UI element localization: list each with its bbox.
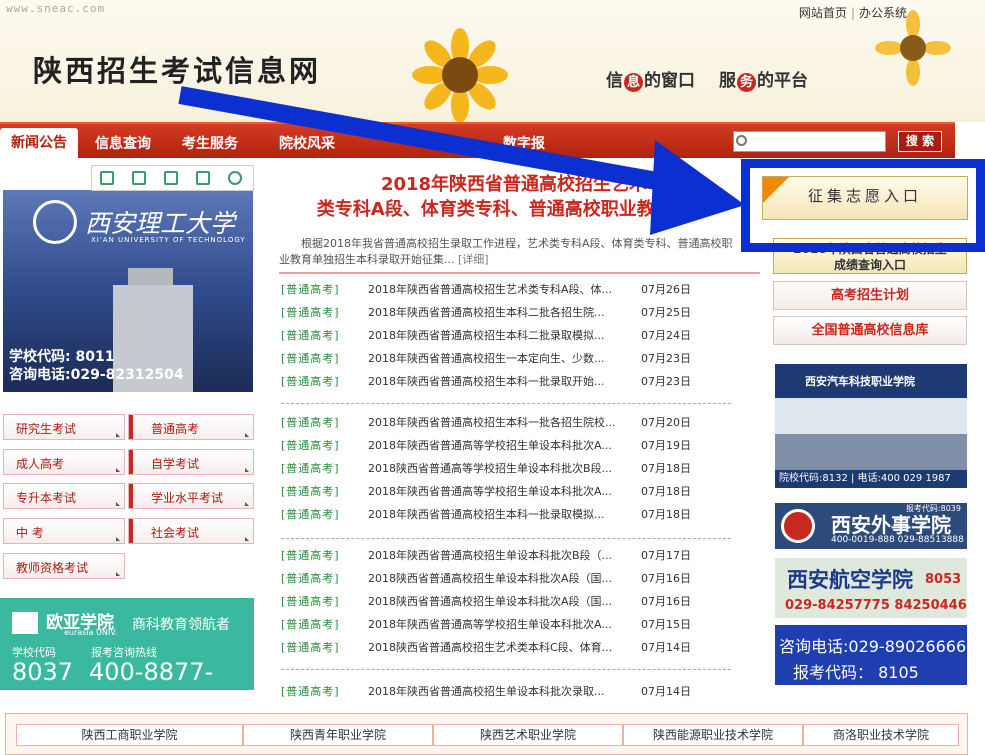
college-link[interactable]: 陕西艺术职业学院 xyxy=(433,724,623,746)
waishi-name: 西安外事学院 xyxy=(831,513,951,537)
news-item[interactable]: [普通高考] 2018年陕西省普通高校招生单设本科批次录取... 07月14日 xyxy=(281,685,701,707)
news-item[interactable]: [普通高考] 2018陕西省普通高校招生单设本科批次A段（国... 07月16日 xyxy=(281,595,701,617)
auto-college-code: 院校代码:8132 | 电话:400 029 1987 xyxy=(775,470,967,488)
settings-icon[interactable] xyxy=(228,171,242,185)
hangkong-name: 西安航空学院 xyxy=(787,568,913,592)
waishi-ad[interactable]: 报考代码:8039 西安外事学院 400-0019-888 029-885138… xyxy=(775,503,967,549)
college-link[interactable]: 陕西工商职业学院 xyxy=(16,724,243,746)
news-item[interactable]: [普通高考] 2018陕西省普通高等学校招生单设本科批次B段... 07月18日 xyxy=(281,462,701,484)
auto-college-ad[interactable]: 西安汽车科技职业学院 院校代码:8132 | 电话:400 029 1987 xyxy=(775,364,967,488)
site-header: www.sneac.com 网站首页 | 办公系统 陕西招生考试信息网 信息的窗口服… xyxy=(0,0,985,122)
eurasia-logo-icon xyxy=(12,612,38,634)
hangkong-code: 8053 xyxy=(925,572,962,587)
eurasia-tagline: 商科教育领航者 xyxy=(132,617,230,633)
slogan: 信息的窗口服务的平台 xyxy=(606,71,808,92)
nav-news[interactable]: 新闻公告 xyxy=(0,128,78,160)
university-name: 西安理工大学 xyxy=(85,209,236,238)
consult-phone: 咨询电话:029-89026666 xyxy=(779,637,967,656)
search-icon xyxy=(736,135,747,146)
news-item[interactable]: [普通高考] 2018年陕西省普通高校招生本科一批各招生院校... 07月20日 xyxy=(281,416,701,438)
news-item[interactable]: [普通高考] 2018年陕西省普通高等学校招生单设本科批次A... 07月18日 xyxy=(281,485,701,507)
highlight-box xyxy=(741,159,985,252)
news-item[interactable]: [普通高考] 2018年陕西省普通高校招生单设本科批次B段（... 07月17日 xyxy=(281,549,701,571)
site-url: www.sneac.com xyxy=(6,2,106,15)
college-link[interactable]: 商洛职业技术学院 xyxy=(803,724,959,746)
college-links-table: 陕西工商职业学院 陕西青年职业学院 陕西艺术职业学院 陕西能源职业技术学院 商洛… xyxy=(5,713,968,755)
news-separator xyxy=(281,403,731,404)
cat-proficiency[interactable]: 学业水平考试 xyxy=(128,483,254,509)
consult-code: 报考代码： 8105 xyxy=(793,663,919,682)
sunflower-decoration-right xyxy=(875,10,951,86)
cat-graduate-exam[interactable]: 研究生考试 xyxy=(3,414,125,440)
headline-title[interactable]: 2018年陕西省普通高校招生艺术 类专科A段、体育类专科、普通高校职业教育单..… xyxy=(279,172,749,222)
news-item[interactable]: [普通高考] 2018年陕西省普通高校招生本科一批录取开始... 07月23日 xyxy=(281,375,701,397)
waishi-phone: 400-0019-888 029-88513888 xyxy=(831,535,964,545)
eurasia-ad[interactable]: 欧亚学院 eurasia UNIV. 商科教育领航者 学校代码 报考咨询热线 8… xyxy=(0,598,254,714)
eurasia-code: 8037 xyxy=(12,658,74,686)
top-links: 网站首页 | 办公系统 xyxy=(798,6,907,20)
expand-icon[interactable] xyxy=(132,171,146,185)
office-link[interactable]: 办公系统 xyxy=(859,6,907,20)
news-item[interactable]: [普通高考] 2018年陕西省普通高校招生一本定向生、少数... 07月23日 xyxy=(281,352,701,374)
auto-college-name: 西安汽车科技职业学院 xyxy=(805,375,915,388)
news-item[interactable]: [普通高考] 2018陕西省普通高校招生艺术类本科C段、体育... 07月14日 xyxy=(281,641,701,663)
detail-link[interactable]: [详细] xyxy=(458,253,489,266)
slide-contact: 学校代码: 8011 咨询电话:029-82312504 xyxy=(9,349,184,383)
nav-digital-paper[interactable]: 数字报 xyxy=(503,133,545,153)
college-link[interactable]: 陕西青年职业学院 xyxy=(243,724,433,746)
news-separator xyxy=(281,538,731,539)
news-item[interactable]: [普通高考] 2018年陕西省普通高等学校招生单设本科批次A... 07月15日 xyxy=(281,618,701,640)
sunflower-decoration xyxy=(412,28,508,122)
cat-social-exam[interactable]: 社会考试 xyxy=(128,518,254,544)
university-slide[interactable]: 西安理工大学 XI'AN UNIVERSITY OF TECHNOLOGY 学校… xyxy=(3,190,253,392)
consult-ad[interactable]: 咨询电话:029-89026666 报考代码： 8105 xyxy=(775,625,967,685)
news-separator xyxy=(281,669,731,670)
university-logo-icon xyxy=(33,200,77,244)
share-icon[interactable] xyxy=(196,171,210,185)
slide-toolbar xyxy=(91,165,254,191)
news-item[interactable]: [普通高考] 2018年陕西省普通高校招生艺术类专科A段、体... 07月26日 xyxy=(281,283,701,305)
eurasia-name-en: eurasia UNIV. xyxy=(64,628,118,637)
cat-adult-exam[interactable]: 成人高考 xyxy=(3,449,125,475)
cat-middle-exam[interactable]: 中 考 xyxy=(3,518,125,544)
save-icon[interactable] xyxy=(164,171,178,185)
cat-gaokao[interactable]: 普通高考 xyxy=(128,414,254,440)
hangkong-phone: 029-84257775 84250446 xyxy=(785,598,967,613)
nav-candidate-service[interactable]: 考生服务 xyxy=(182,133,238,153)
headline-summary: 根据2018年我省普通高校招生录取工作进程，艺术类专科A段、体育类专科、普通高校… xyxy=(279,237,733,266)
waishi-logo-icon xyxy=(781,509,815,543)
cat-self-study[interactable]: 自学考试 xyxy=(128,449,254,475)
cat-teacher-exam[interactable]: 教师资格考试 xyxy=(3,553,125,579)
home-link[interactable]: 网站首页 xyxy=(799,6,847,20)
college-link[interactable]: 陕西能源职业技术学院 xyxy=(623,724,803,746)
news-item[interactable]: [普通高考] 2018年陕西省普通高校招生本科一批录取模拟... 07月18日 xyxy=(281,508,701,530)
news-item[interactable]: [普通高考] 2018陕西省普通高校招生单设本科批次A段（国... 07月16日 xyxy=(281,572,701,594)
news-item[interactable]: [普通高考] 2018年陕西省普通高等学校招生单设本科批次A... 07月19日 xyxy=(281,439,701,461)
main-nav: 新闻公告 信息查询 考生服务 院校风采 数字报 搜 索 xyxy=(0,122,955,160)
copy-icon[interactable] xyxy=(100,171,114,185)
university-name-en: XI'AN UNIVERSITY OF TECHNOLOGY xyxy=(91,236,246,244)
search-input[interactable] xyxy=(733,131,886,152)
cat-upgrade-exam[interactable]: 专升本考试 xyxy=(3,483,125,509)
search-button[interactable]: 搜 索 xyxy=(898,131,942,152)
site-title: 陕西招生考试信息网 xyxy=(33,54,322,88)
headline-divider xyxy=(279,272,760,274)
enrollment-plan-button[interactable]: 高考招生计划 xyxy=(773,281,967,310)
news-item[interactable]: [普通高考] 2018年陕西省普通高校招生本科二批录取模拟... 07月24日 xyxy=(281,329,701,351)
hangkong-ad[interactable]: 西安航空学院 8053 029-84257775 84250446 xyxy=(775,558,967,618)
nav-info-query[interactable]: 信息查询 xyxy=(95,133,151,153)
eurasia-hotline: 400-8877-369 xyxy=(89,658,214,714)
nav-schools[interactable]: 院校风采 xyxy=(279,133,335,153)
news-item[interactable]: [普通高考] 2018年陕西省普通高校招生本科二批各招生院... 07月25日 xyxy=(281,306,701,328)
school-database-button[interactable]: 全国普通高校信息库 xyxy=(773,316,967,345)
